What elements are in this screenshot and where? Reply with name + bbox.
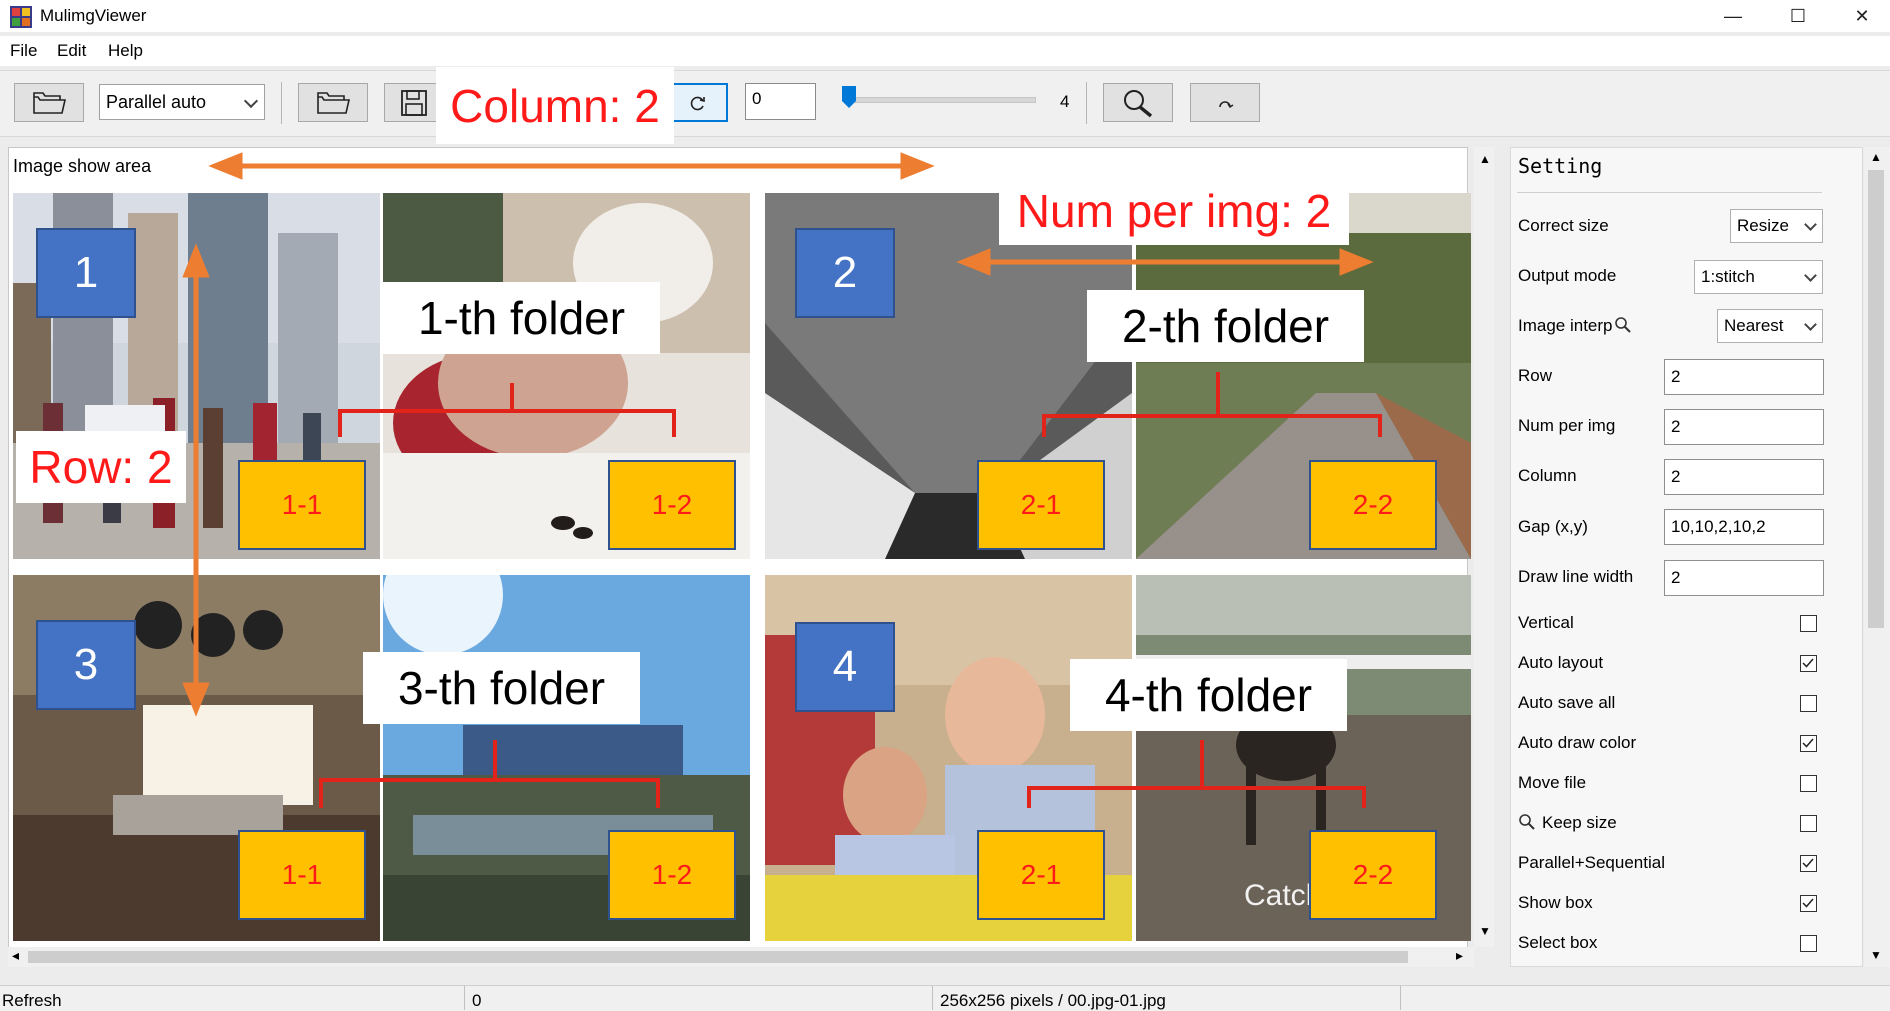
checkmark-icon <box>1802 738 1814 748</box>
move-file-checkbox[interactable] <box>1800 775 1817 792</box>
draw-line-width-input[interactable]: 2 <box>1664 560 1824 596</box>
magnifier-icon <box>1614 317 1631 333</box>
num-per-img-label: Num per img <box>1518 416 1616 435</box>
column-label: Column <box>1518 466 1577 485</box>
correct-size-value: Resize <box>1737 216 1789 235</box>
keep-size-text: Keep size <box>1542 813 1617 832</box>
chevron-down-icon <box>1804 318 1817 331</box>
parallel-sequential-label: Parallel+Sequential <box>1518 853 1665 872</box>
vertical-checkbox[interactable] <box>1800 615 1817 632</box>
row-label: Row <box>1518 366 1553 385</box>
row-input[interactable]: 2 <box>1664 359 1824 395</box>
auto-layout-label: Auto layout <box>1518 653 1604 672</box>
select-box-label: Select box <box>1518 933 1598 952</box>
tile-label-2-2: 2-2 <box>1309 460 1437 550</box>
tile-label-1-1: 1-1 <box>238 460 366 550</box>
gap-label: Gap (x,y) <box>1518 517 1588 536</box>
magnifier-icon <box>1519 814 1535 830</box>
draw-line-width-label: Draw line width <box>1518 567 1634 586</box>
status-divider <box>1400 986 1401 1010</box>
folder-4-label: 4-th folder <box>1070 659 1347 731</box>
status-middle: 0 <box>472 991 482 1010</box>
output-mode-value: 1:stitch <box>1701 267 1755 286</box>
image-interp-select[interactable]: Nearest <box>1717 309 1823 343</box>
parallel-sequential-checkbox[interactable] <box>1800 855 1817 872</box>
move-file-label: Move file <box>1518 773 1587 792</box>
status-right: 256x256 pixels / 00.jpg-01.jpg <box>940 991 1166 1010</box>
keep-size-label: Keep size <box>1518 813 1617 833</box>
image-interp-value: Nearest <box>1724 316 1784 335</box>
tile-label-2-1: 2-1 <box>977 460 1105 550</box>
keep-size-checkbox[interactable] <box>1800 815 1817 832</box>
folder-2-label: 2-th folder <box>1087 290 1364 362</box>
column-annotation: Column: 2 <box>436 67 674 144</box>
auto-save-all-label: Auto save all <box>1518 693 1616 712</box>
setting-scroll-thumb[interactable] <box>1868 170 1884 628</box>
tile-label-3-2: 1-2 <box>608 830 736 920</box>
status-divider <box>464 986 465 1010</box>
chevron-down-icon <box>1804 269 1817 282</box>
checkmark-icon <box>1802 658 1814 668</box>
chevron-down-icon <box>1804 218 1817 231</box>
tile-label-4-1: 2-1 <box>977 830 1105 920</box>
checkmark-icon <box>1802 898 1814 908</box>
select-box-checkbox[interactable] <box>1800 935 1817 952</box>
num-per-img-annotation: Num per img: 2 <box>999 177 1349 245</box>
correct-size-label: Correct size <box>1518 216 1609 235</box>
image-number-3: 3 <box>36 620 136 710</box>
vertical-label: Vertical <box>1518 613 1574 632</box>
image-interp-text: Image interp <box>1518 316 1613 335</box>
setting-divider <box>1517 192 1822 193</box>
row-annotation: Row: 2 <box>16 431 186 503</box>
gap-input[interactable]: 10,10,2,10,2 <box>1664 509 1824 545</box>
image-interp-label: Image interp <box>1518 316 1632 336</box>
setting-title: Setting <box>1518 154 1603 178</box>
folder-1-label: 1-th folder <box>383 282 660 354</box>
auto-draw-color-label: Auto draw color <box>1518 733 1637 752</box>
setting-scroll-down-icon[interactable]: ▼ <box>1870 948 1882 962</box>
checkmark-icon <box>1802 858 1814 868</box>
auto-draw-color-checkbox[interactable] <box>1800 735 1817 752</box>
auto-layout-checkbox[interactable] <box>1800 655 1817 672</box>
show-box-label: Show box <box>1518 893 1593 912</box>
correct-size-select[interactable]: Resize <box>1730 209 1823 243</box>
output-mode-label: Output mode <box>1518 266 1617 285</box>
image-number-4: 4 <box>795 622 895 712</box>
output-mode-select[interactable]: 1:stitch <box>1694 260 1823 294</box>
show-box-checkbox[interactable] <box>1800 895 1817 912</box>
tile-label-3-1: 1-1 <box>238 830 366 920</box>
image-number-1: 1 <box>36 228 136 318</box>
column-input[interactable]: 2 <box>1664 459 1824 495</box>
setting-scroll-up-icon[interactable]: ▲ <box>1870 150 1882 164</box>
tile-label-4-2: 2-2 <box>1309 830 1437 920</box>
folder-3-label: 3-th folder <box>363 652 640 724</box>
tile-label-1-2: 1-2 <box>608 460 736 550</box>
status-left: Refresh <box>2 991 62 1010</box>
image-number-2: 2 <box>795 228 895 318</box>
num-per-img-input[interactable]: 2 <box>1664 409 1824 445</box>
status-divider <box>932 986 933 1010</box>
auto-save-all-checkbox[interactable] <box>1800 695 1817 712</box>
